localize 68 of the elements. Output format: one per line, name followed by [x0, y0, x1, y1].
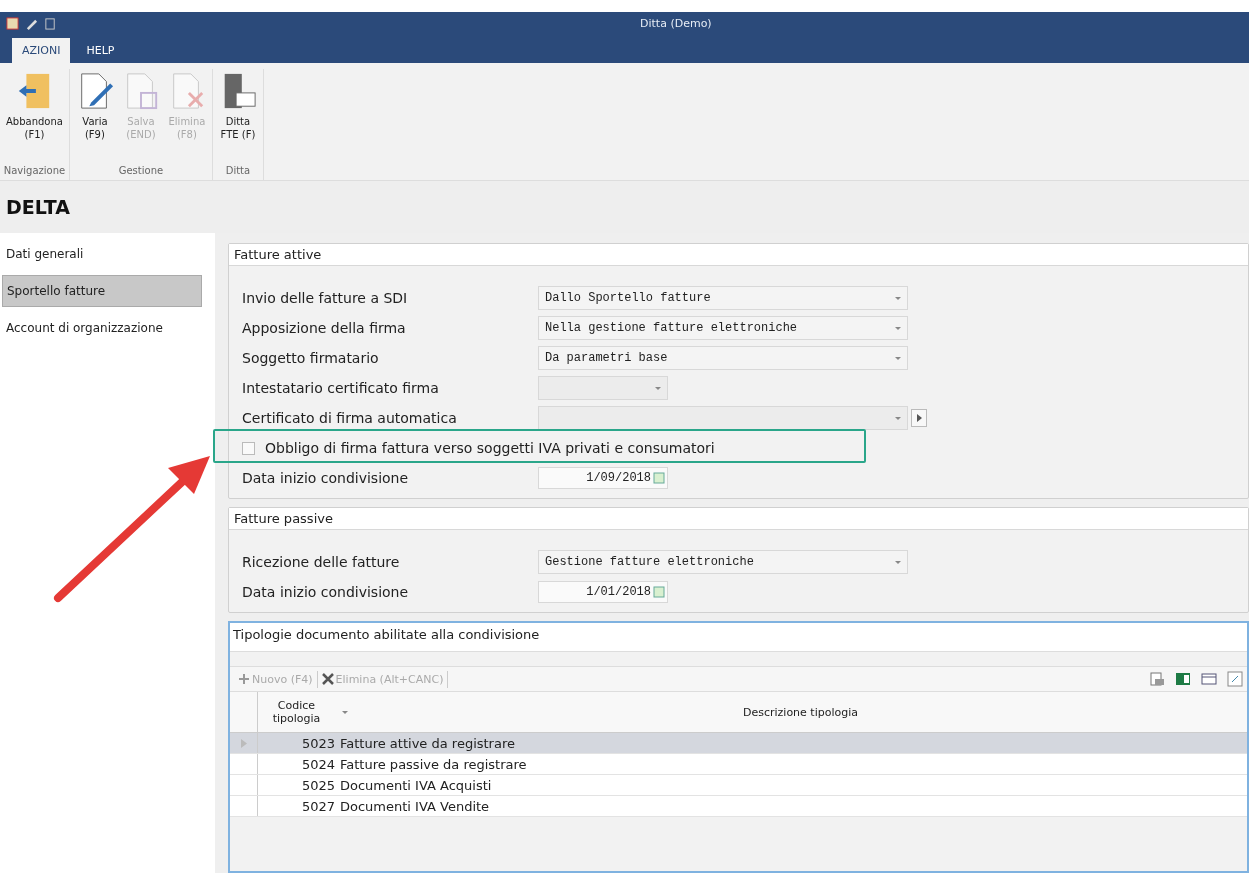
caret-icon [895, 416, 901, 420]
app-icon [6, 16, 19, 30]
row-pointer-icon [240, 738, 247, 748]
table-row[interactable]: 5023 Fatture attive da registrare [230, 733, 1247, 754]
table-cell-text: 5027 [300, 798, 336, 814]
checkbox[interactable] [242, 441, 255, 455]
field-label: Data inizio condivisione [242, 584, 410, 600]
table-cell-text: Fatture attive da registrare [339, 735, 516, 751]
page-title: DELTA [6, 196, 70, 218]
field-label: Data inizio condivisione [242, 470, 410, 486]
table-cell-text: 5025 [300, 777, 336, 793]
section-title: Fatture passive [234, 511, 333, 526]
checkbox-label: Obbligo di firma fattura verso soggetti IVA privati e consumatori [265, 440, 715, 456]
sidebar-item[interactable]: Account di organizzazione [2, 313, 202, 343]
section-title: Tipologie documento abilitate alla condivisione [233, 627, 540, 642]
ribbon-button[interactable]: Abbandona (F1) [3, 69, 66, 143]
dropdown-field[interactable]: Gestione fatture elettroniche [538, 550, 908, 574]
field-label: Apposizione della firma [242, 320, 407, 336]
section-title: Fatture attive [234, 247, 322, 262]
sidebar-item[interactable]: Dati generali [2, 239, 202, 269]
play-icon [916, 414, 922, 422]
group-label: Ditta [225, 165, 251, 178]
table-row[interactable]: 5025 Documenti IVA Acquisti [230, 775, 1247, 796]
date-field[interactable]: 1/09/2018 [538, 467, 668, 489]
dropdown-field[interactable] [538, 376, 668, 400]
field-label: Certificato di firma automatica [242, 410, 458, 426]
field-label: Soggetto firmatario [242, 350, 380, 366]
caret-icon [895, 356, 901, 360]
table-row[interactable]: 5024 Fatture passive da registrare [230, 754, 1247, 775]
table-cell-text: Documenti IVA Vendite [339, 798, 491, 814]
ribbon-tab[interactable]: AZIONI [12, 38, 71, 63]
calendar-icon [653, 586, 665, 598]
calendar-icon [653, 472, 665, 484]
field-label: Intestatario certificato firma [242, 380, 440, 396]
ribbon-button[interactable]: Ditta FTE (F) [215, 69, 260, 143]
plus-icon [238, 673, 250, 685]
caret-icon [655, 386, 661, 390]
dropdown-field[interactable]: Nella gestione fatture elettroniche [538, 316, 908, 340]
table-cell-text: 5023 [300, 735, 336, 751]
dropdown-field[interactable]: Da parametri base [538, 346, 908, 370]
sidebar-item[interactable]: Sportello fatture [2, 275, 202, 307]
column-header[interactable]: Codice tipologia [258, 699, 338, 725]
ribbon-tab[interactable]: HELP [76, 38, 125, 63]
ribbon-button[interactable]: Varia (F9) [72, 69, 117, 143]
caret-icon [895, 560, 901, 564]
print-icon[interactable] [1149, 671, 1165, 687]
table-cell-text: 5024 [300, 756, 336, 772]
date-field[interactable]: 1/01/2018 [538, 581, 668, 603]
document-icon[interactable] [44, 16, 57, 30]
export-icon[interactable] [1227, 671, 1243, 687]
close-icon [321, 673, 334, 685]
group-label: Navigazione [3, 165, 66, 178]
group-label: Gestione [118, 165, 164, 178]
field-label: Ricezione delle fatture [242, 554, 401, 570]
caret-icon [895, 326, 901, 330]
dropdown-field[interactable] [538, 406, 908, 430]
column-header[interactable]: Descrizione tipologia [352, 705, 1247, 719]
dropdown-field[interactable]: Dallo Sportello fatture [538, 286, 908, 310]
window-title: Ditta (Demo) [640, 16, 712, 30]
spreadsheet-icon[interactable] [1175, 671, 1191, 687]
table-cell-text: Fatture passive da registrare [339, 756, 528, 772]
caret-icon[interactable] [342, 710, 348, 714]
field-label: Invio delle fatture a SDI [242, 290, 409, 306]
table-cell-text: Documenti IVA Acquisti [339, 777, 493, 793]
caret-icon [895, 296, 901, 300]
table-row[interactable]: 5027 Documenti IVA Vendite [230, 796, 1247, 817]
expand-button[interactable] [911, 409, 927, 427]
columns-icon[interactable] [1201, 671, 1217, 687]
